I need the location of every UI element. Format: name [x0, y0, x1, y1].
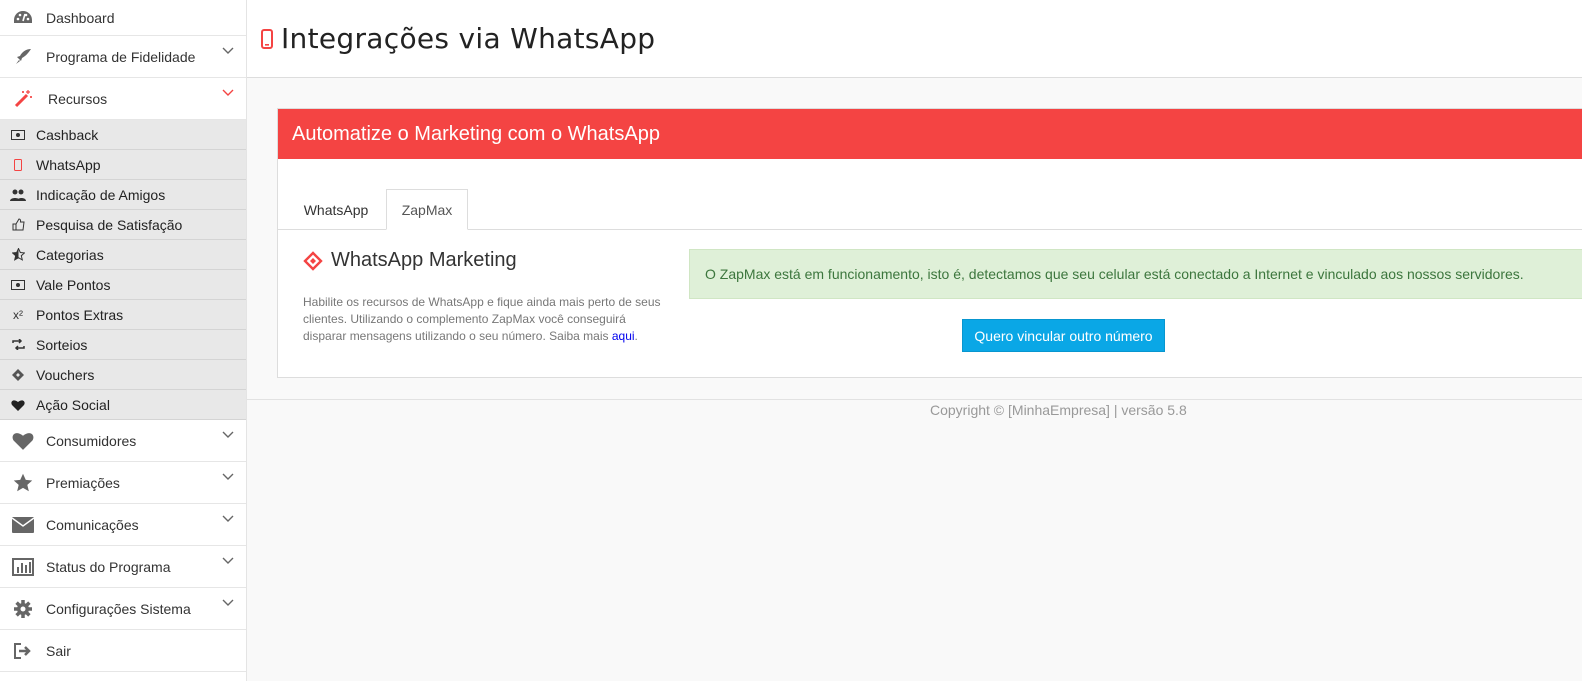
nav-item-dashboard[interactable]: Dashboard: [0, 0, 246, 36]
chevron-down-icon: [222, 431, 234, 438]
tab-zapmax[interactable]: ZapMax: [386, 189, 468, 230]
section-description: Habilite os recursos de WhatsApp e fique…: [303, 294, 663, 345]
sidebar-item-label: Pontos Extras: [36, 306, 124, 323]
nav-item-comunicacoes[interactable]: Comunicações: [0, 504, 246, 546]
star-icon: [0, 473, 46, 493]
sidebar-item-sorteios[interactable]: Sorteios: [0, 330, 246, 360]
nav-item-status-programa[interactable]: Status do Programa: [0, 546, 246, 588]
ticket-icon: [0, 368, 36, 382]
sign-out-icon: [0, 642, 46, 659]
heart-icon: [0, 399, 36, 411]
chevron-down-icon: [222, 557, 234, 564]
nav-label: Status do Programa: [46, 558, 171, 575]
description-suffix: .: [634, 329, 638, 343]
superscript-icon: x²: [13, 307, 23, 322]
sidebar-item-label: Ação Social: [36, 396, 110, 413]
sidebar-item-label: Pesquisa de Satisfação: [36, 216, 183, 233]
envelope-icon: [0, 516, 46, 533]
nav-label: Comunicações: [46, 516, 139, 533]
submenu-recursos: Cashback WhatsApp Indicação de Amigos Pe…: [0, 120, 246, 420]
nav-label: Configurações Sistema: [46, 600, 191, 617]
sidebar: Dashboard Programa de Fidelidade Recurso…: [0, 0, 247, 681]
nav-item-premiacoes[interactable]: Premiações: [0, 462, 246, 504]
section-title-text: WhatsApp Marketing: [331, 249, 517, 271]
sidebar-item-label: Cashback: [36, 126, 99, 143]
sidebar-item-label: Indicação de Amigos: [36, 186, 166, 203]
sidebar-item-vouchers[interactable]: Vouchers: [0, 360, 246, 390]
status-alert: O ZapMax está em funcionamento, isto é, …: [689, 249, 1582, 299]
panel-heading: Automatize o Marketing com o WhatsApp: [278, 109, 1582, 159]
sidebar-item-label: Categorias: [36, 246, 104, 263]
retweet-icon: [0, 339, 36, 350]
sidebar-item-pesquisa-satisfacao[interactable]: Pesquisa de Satisfação: [0, 210, 246, 240]
money-icon: [0, 129, 36, 140]
sidebar-item-pontos-extras[interactable]: x² Pontos Extras: [0, 300, 246, 330]
learn-more-link[interactable]: aqui: [612, 329, 635, 343]
section-info: WhatsApp Marketing Habilite os recursos …: [303, 249, 663, 345]
section-title: WhatsApp Marketing: [303, 249, 663, 272]
gear-icon: [0, 599, 46, 619]
nav-label: Recursos: [48, 90, 108, 107]
nav-item-consumidores[interactable]: Consumidores: [0, 420, 246, 462]
rocket-icon: [0, 47, 46, 67]
nav-label: Consumidores: [46, 432, 137, 449]
chevron-down-icon: [222, 89, 234, 96]
chevron-down-icon: [222, 515, 234, 522]
thumbs-up-icon: [0, 218, 36, 231]
nav-label: Programa de Fidelidade: [46, 48, 196, 65]
chevron-down-icon: [222, 473, 234, 480]
page-header: Integrações via WhatsApp: [247, 0, 1582, 78]
page-title: Integrações via WhatsApp: [281, 22, 656, 55]
dashboard-icon: [0, 9, 46, 27]
ticket-icon: [303, 250, 323, 271]
panel-heading-text: Automatize o Marketing com o WhatsApp: [292, 122, 660, 145]
chevron-down-icon: [222, 47, 234, 54]
copyright-text: Copyright © [MinhaEmpresa] | versão 5.8: [930, 402, 1187, 418]
nav-item-sair[interactable]: Sair: [0, 630, 246, 672]
heart-icon: [0, 431, 46, 450]
nav-item-recursos[interactable]: Recursos: [0, 78, 246, 120]
nav-label: Dashboard: [46, 9, 115, 26]
nav-item-configuracoes[interactable]: Configurações Sistema: [0, 588, 246, 630]
sidebar-item-indicacao-amigos[interactable]: Indicação de Amigos: [0, 180, 246, 210]
bar-chart-icon: [0, 557, 46, 576]
sidebar-item-cashback[interactable]: Cashback: [0, 120, 246, 150]
star-half-icon: [0, 248, 36, 261]
whatsapp-panel: Automatize o Marketing com o WhatsApp Wh…: [277, 108, 1582, 378]
sidebar-item-label: Vouchers: [36, 366, 95, 383]
nav-item-programa-fidelidade[interactable]: Programa de Fidelidade: [0, 36, 246, 78]
sidebar-item-vale-pontos[interactable]: Vale Pontos: [0, 270, 246, 300]
users-icon: [0, 189, 36, 201]
chevron-down-icon: [222, 599, 234, 606]
sidebar-item-label: Vale Pontos: [36, 276, 111, 293]
money-icon: [0, 279, 36, 290]
sidebar-item-whatsapp[interactable]: WhatsApp: [0, 150, 246, 180]
nav-label: Premiações: [46, 474, 120, 491]
sidebar-item-categorias[interactable]: Categorias: [0, 240, 246, 270]
tab-bar: WhatsApp ZapMax: [278, 189, 1582, 230]
mobile-icon: [0, 158, 36, 171]
sidebar-item-acao-social[interactable]: Ação Social: [0, 390, 246, 420]
footer-divider: [247, 399, 1582, 400]
description-text: Habilite os recursos de WhatsApp e fique…: [303, 295, 661, 343]
magic-wand-icon: [0, 89, 46, 109]
sidebar-item-label: WhatsApp: [36, 156, 101, 173]
tab-whatsapp[interactable]: WhatsApp: [290, 189, 382, 230]
link-another-number-button[interactable]: Quero vincular outro número: [962, 319, 1165, 352]
nav-label: Sair: [46, 642, 71, 659]
sidebar-item-label: Sorteios: [36, 336, 88, 353]
mobile-icon: [261, 28, 273, 49]
